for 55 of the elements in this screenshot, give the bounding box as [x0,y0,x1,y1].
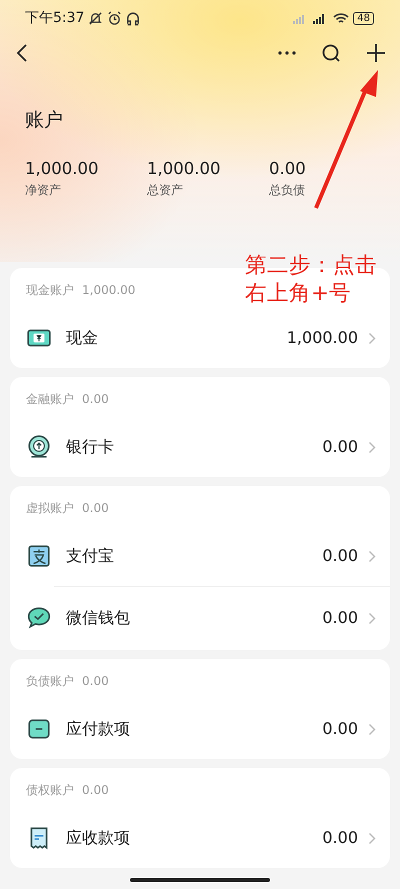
account-name: 银行卡 [66,436,114,458]
account-row[interactable]: 银行卡 0.00 [10,417,390,477]
annotation-text: 第二步：点击 [245,252,377,280]
group-title: 现金账户 [26,282,74,299]
account-name: 微信钱包 [66,607,130,629]
account-name: 现金 [66,327,98,349]
status-time: 下午5:37 [25,8,84,28]
stat-label: 总资产 [147,182,184,200]
more-button[interactable] [278,51,296,55]
wifi-icon [333,12,350,24]
account-row[interactable]: 应收款项 0.00 [10,808,390,868]
chevron-icon [368,440,376,454]
account-amount: 0.00 [322,718,358,740]
chevron-icon [368,332,376,344]
chat-bubble-icon [26,605,52,631]
battery-indicator: 48 [353,12,374,24]
account-row[interactable]: 应付款项 0.00 [10,699,390,759]
account-name: 支付宝 [66,545,114,567]
stat-label: 总负债 [269,182,306,200]
stat-value: 0.00 [269,158,307,180]
account-amount: 0.00 [322,545,358,567]
group-title: 虚拟账户 [26,500,74,517]
account-amount: 1,000.00 [286,327,358,349]
group-title: 债权账户 [26,782,74,799]
add-button[interactable] [366,43,386,63]
headphones-icon [126,10,140,26]
page-title: 账户 [24,108,64,133]
chevron-icon [368,550,376,562]
account-row[interactable]: 现金 1,000.00 [10,308,390,368]
account-row[interactable]: 支付宝 0.00 [10,526,390,586]
group-total: 0.00 [82,500,109,517]
back-button[interactable] [16,43,28,63]
search-button[interactable] [322,44,340,62]
chevron-icon [368,612,376,624]
stat-value: 1,000.00 [25,158,100,180]
chevron-icon [368,722,376,736]
stat-label: 净资产 [25,182,62,200]
alipay-icon [26,543,52,569]
chevron-icon [368,832,376,844]
group-total: 0.00 [82,673,109,690]
account-amount: 0.00 [322,827,358,849]
group-total: 0.00 [82,391,109,408]
bank-icon [26,434,52,460]
account-name: 应付款项 [66,718,130,740]
group-total: 0.00 [82,782,109,799]
group-title: 金融账户 [26,391,74,408]
group-title: 负债账户 [26,673,74,690]
group-total: 1,000.00 [82,282,136,299]
alarm-icon [107,10,122,26]
annotation-text: 右上角+号 [245,280,352,308]
account-name: 应收款项 [66,827,130,849]
stat-value: 1,000.00 [147,158,222,180]
mute-icon [88,10,104,26]
account-amount: 0.00 [322,436,358,458]
account-amount: 0.00 [322,607,358,629]
